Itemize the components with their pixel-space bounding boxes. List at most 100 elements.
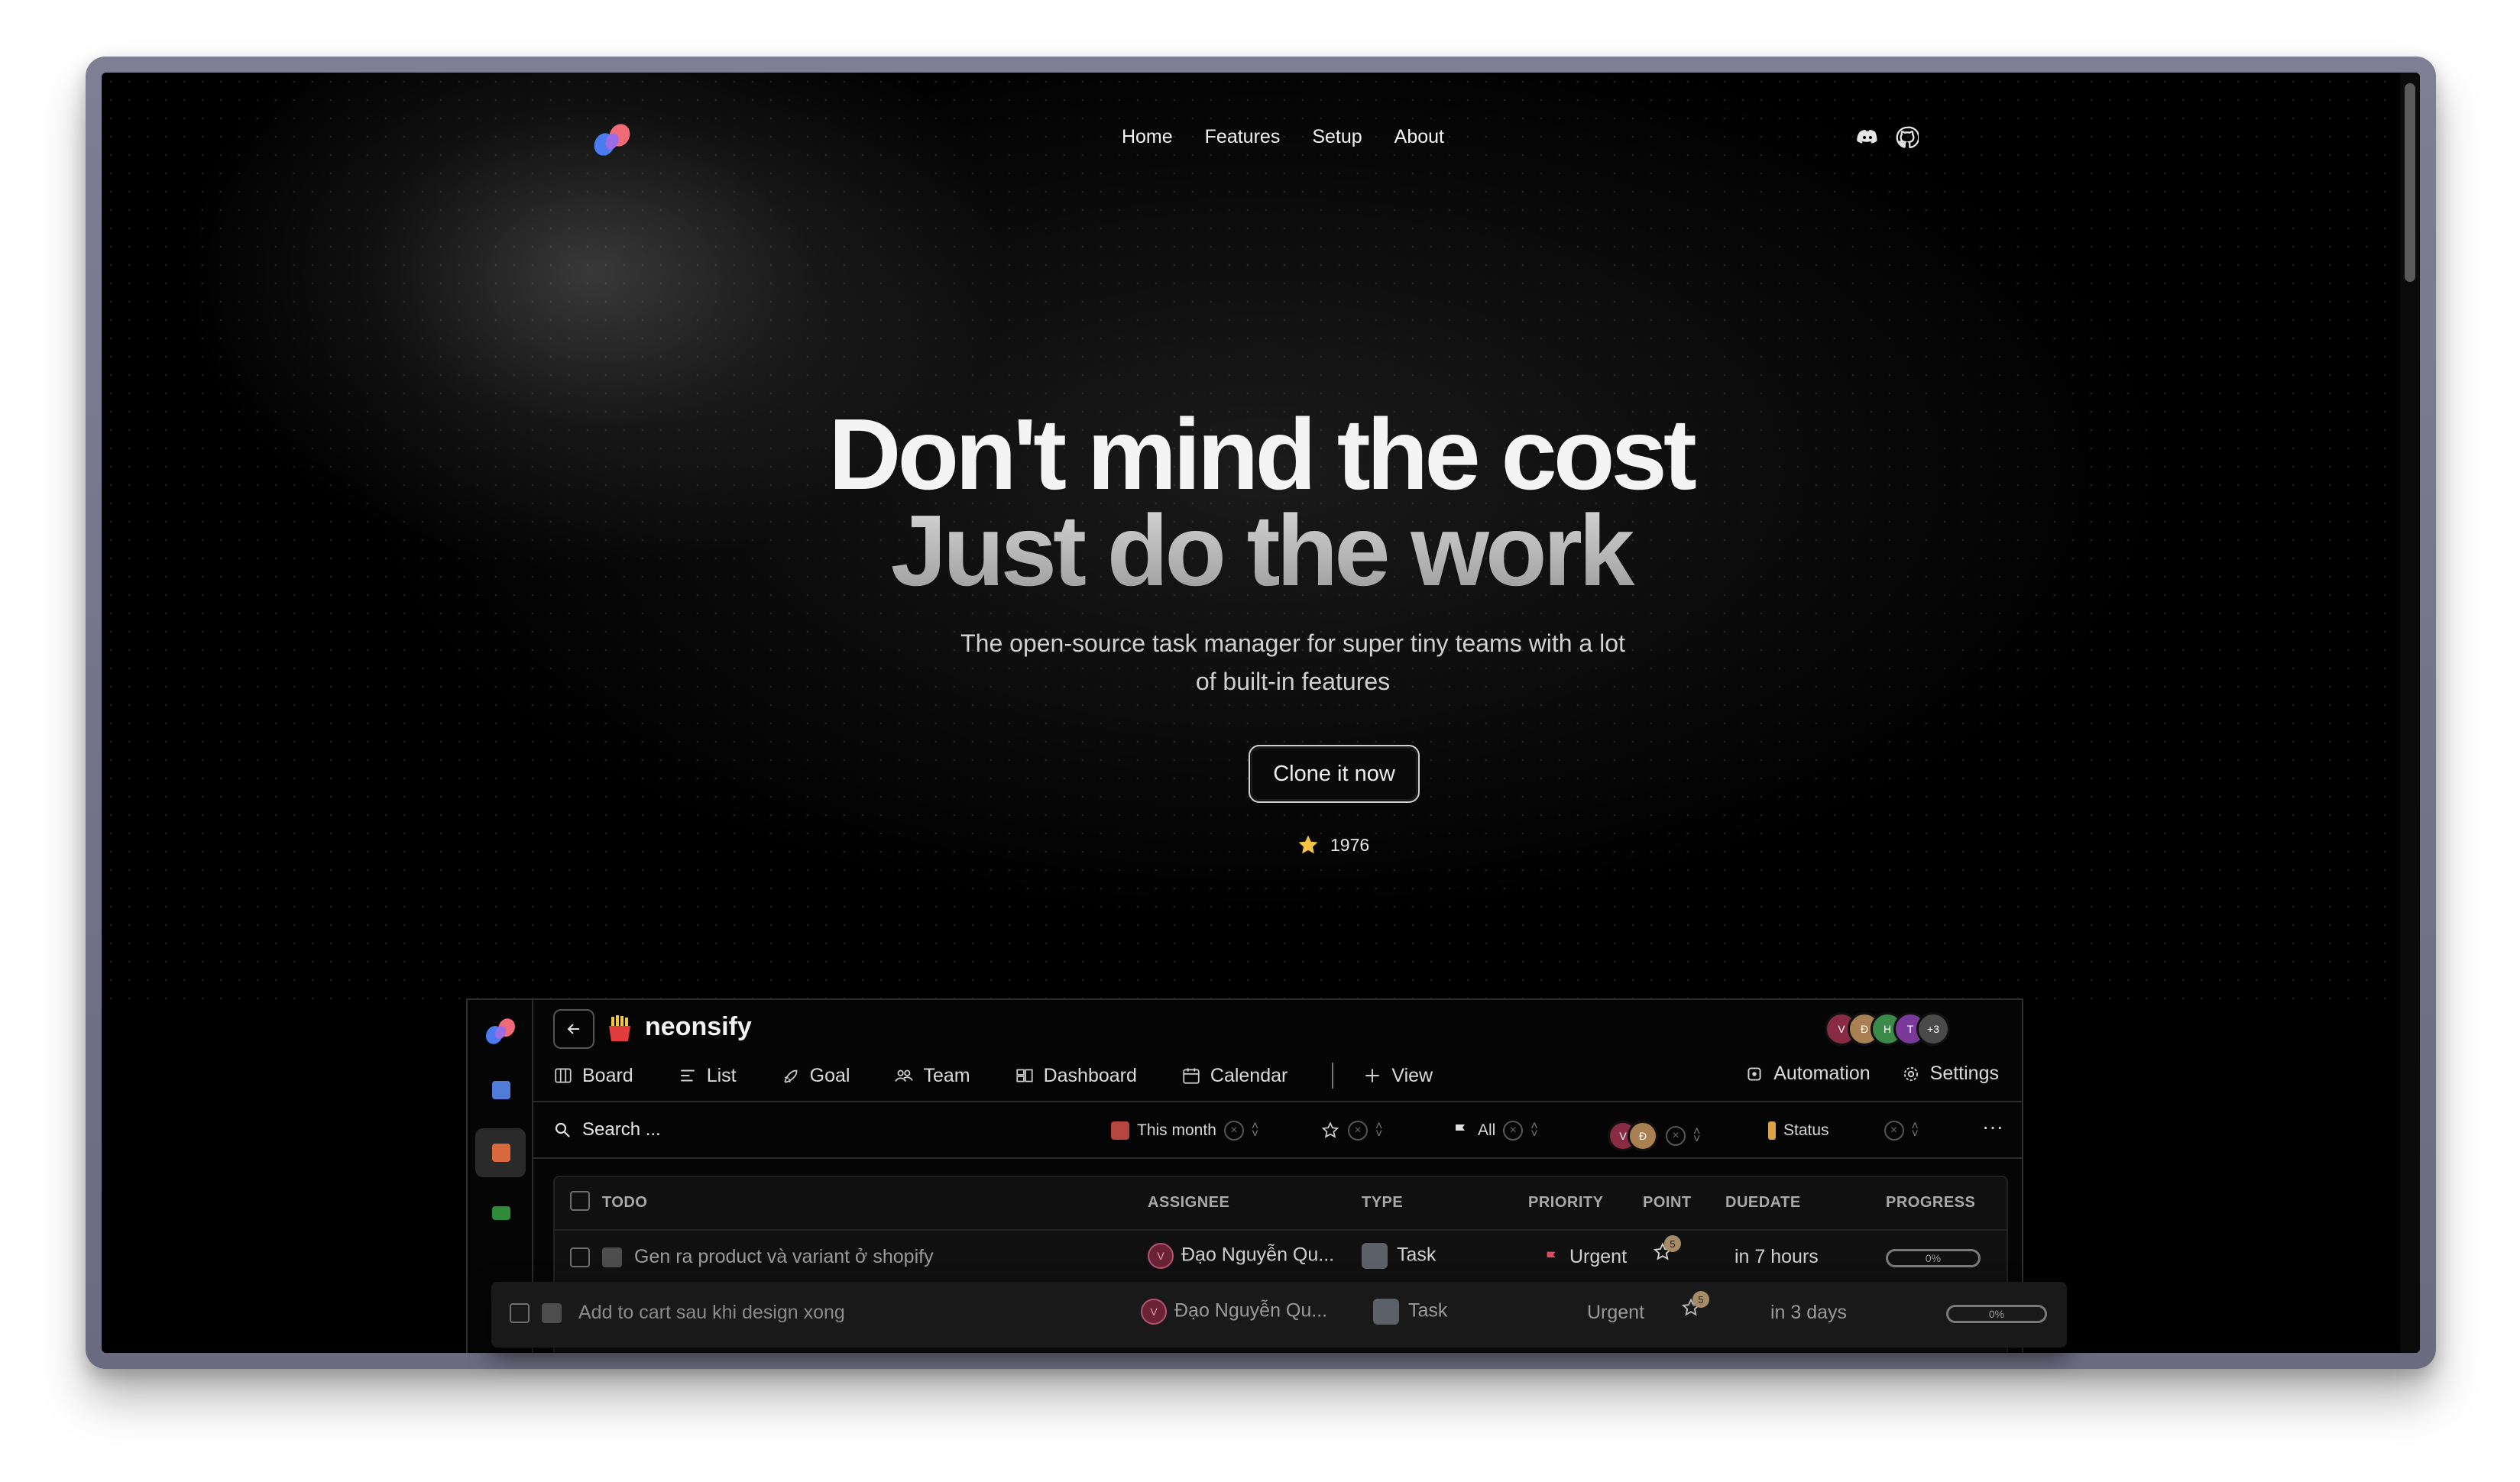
column-header-todo[interactable]: TODO — [602, 1194, 647, 1212]
task-type-label: Task — [1408, 1299, 1448, 1322]
column-header-priority[interactable]: PRIORITY — [1528, 1194, 1603, 1212]
clear-icon[interactable]: × — [1348, 1121, 1368, 1141]
task-title[interactable]: Gen ra product và variant ở shopify — [634, 1246, 934, 1268]
row-checkbox[interactable] — [570, 1247, 590, 1267]
view-tabs: Board List Goal Team Dashboard Calendar … — [553, 1063, 1477, 1089]
table-row[interactable]: Gen ra product và variant ở shopify V Đạo… — [555, 1229, 2007, 1283]
clear-icon[interactable]: × — [1666, 1126, 1686, 1146]
more-icon[interactable]: ··· — [1982, 1115, 2003, 1139]
back-button[interactable] — [553, 1009, 594, 1049]
search-input[interactable]: Search ... — [553, 1119, 661, 1141]
tab-team[interactable]: Team — [894, 1063, 970, 1089]
search-icon — [555, 1122, 570, 1137]
nav-home[interactable]: Home — [1122, 126, 1173, 148]
avatar: V — [1148, 1243, 1174, 1269]
avatar: V — [1141, 1299, 1167, 1325]
app-logo-icon[interactable] — [481, 1015, 520, 1047]
scrollbar-thumb[interactable] — [2405, 83, 2415, 282]
status-filter-value: Status — [1783, 1121, 1829, 1139]
avatar: Đ — [1628, 1121, 1658, 1151]
column-header-duedate[interactable]: DUEDATE — [1725, 1194, 1801, 1212]
status-filter[interactable]: Status × ˄ ˅ — [1768, 1121, 1919, 1141]
chevron-updown-icon[interactable]: ˄ ˅ — [1693, 1126, 1700, 1146]
star-icon — [1298, 835, 1318, 854]
assignee-name: Đạo Nguyễn Qu... — [1174, 1299, 1328, 1322]
select-all-checkbox[interactable] — [570, 1191, 590, 1211]
task-assignee[interactable]: V Đạo Nguyễn Qu... — [1148, 1243, 1334, 1269]
project-actions: Automation Settings — [1744, 1063, 1999, 1085]
divider — [533, 1101, 2022, 1102]
avatar-overflow: +3 — [1916, 1012, 1950, 1046]
clear-icon[interactable]: × — [1223, 1121, 1244, 1141]
column-header-point[interactable]: POINT — [1643, 1194, 1692, 1212]
discord-icon[interactable] — [1856, 126, 1879, 149]
project-emoji-icon[interactable] — [492, 1144, 510, 1162]
list-icon — [681, 1069, 695, 1082]
date-filter[interactable]: This month × ˄ ˅ — [1111, 1121, 1258, 1141]
tab-list[interactable]: List — [678, 1063, 737, 1089]
member-avatars[interactable]: V Đ H T +3 — [1825, 1012, 1950, 1046]
tab-goal[interactable]: Goal — [781, 1063, 850, 1089]
column-header-type[interactable]: TYPE — [1362, 1194, 1403, 1212]
hero-title-line-2: Just do the work — [102, 500, 2420, 601]
nav-features[interactable]: Features — [1205, 126, 1281, 148]
nav-setup[interactable]: Setup — [1312, 126, 1362, 148]
hero-subtitle: The open-source task manager for super t… — [960, 629, 1625, 695]
building-icon[interactable] — [492, 1081, 510, 1099]
add-view-button[interactable]: View — [1362, 1063, 1433, 1089]
task-title[interactable]: Add to cart sau khi design xong — [578, 1302, 845, 1324]
task-point[interactable]: 5 — [1652, 1235, 1681, 1268]
settings-label: Settings — [1929, 1063, 1999, 1084]
task-type-label: Task — [1397, 1244, 1437, 1266]
task-duedate[interactable]: in 7 hours — [1735, 1246, 1819, 1268]
priority-filter[interactable]: All × ˄ ˅ — [1452, 1121, 1538, 1141]
calendar-icon — [1183, 1068, 1200, 1084]
automation-icon — [1747, 1066, 1761, 1081]
chevron-updown-icon[interactable]: ˄ ˅ — [1530, 1121, 1537, 1141]
automation-label: Automation — [1773, 1063, 1871, 1084]
scrollbar-track[interactable] — [2400, 73, 2420, 1353]
filter-bar: Search ... This month × ˄˅ × ˄˅ All × — [553, 1113, 2005, 1151]
point-filter[interactable]: × ˄ ˅ — [1320, 1121, 1382, 1141]
task-status-icon[interactable] — [542, 1303, 562, 1323]
assignee-filter[interactable]: V Đ × ˄ ˅ — [1608, 1121, 1700, 1151]
task-type[interactable]: Task — [1373, 1299, 1447, 1325]
progress-bar: 0% — [1886, 1249, 1981, 1267]
chevron-updown-icon[interactable]: ˄ ˅ — [1375, 1121, 1382, 1141]
project-title: neonsify — [645, 1012, 752, 1041]
tab-calendar[interactable]: Calendar — [1181, 1063, 1288, 1089]
dragged-table-row[interactable]: Add to cart sau khi design xong V Đạo Ngu… — [491, 1282, 2067, 1348]
chevron-updown-icon[interactable]: ˄ ˅ — [1912, 1121, 1919, 1141]
nav-about[interactable]: About — [1394, 126, 1444, 148]
tab-dashboard[interactable]: Dashboard — [1015, 1063, 1137, 1089]
task-status-icon[interactable] — [602, 1247, 622, 1267]
github-stars[interactable]: 1976 — [1297, 833, 1369, 856]
task-priority[interactable]: Urgent — [1587, 1302, 1644, 1324]
task-priority[interactable]: Urgent — [1543, 1246, 1627, 1268]
settings-button[interactable]: Settings — [1901, 1063, 1999, 1085]
social-links — [1856, 126, 1919, 149]
column-header-assignee[interactable]: ASSIGNEE — [1148, 1194, 1229, 1212]
tab-board[interactable]: Board — [553, 1063, 633, 1089]
priority-label: Urgent — [1569, 1246, 1628, 1267]
rocket-icon — [784, 1069, 798, 1083]
flag-icon — [1547, 1251, 1556, 1264]
task-point[interactable]: 5 — [1680, 1291, 1709, 1324]
column-header-progress[interactable]: PROGRESS — [1886, 1194, 1975, 1212]
search-placeholder: Search ... — [582, 1119, 661, 1140]
clear-icon[interactable]: × — [1884, 1121, 1904, 1141]
chevron-updown-icon[interactable]: ˄ ˅ — [1252, 1121, 1258, 1141]
tab-label: List — [706, 1064, 737, 1086]
clear-icon[interactable]: × — [1503, 1121, 1524, 1141]
tab-divider — [1332, 1063, 1334, 1089]
task-assignee[interactable]: V Đạo Nguyễn Qu... — [1141, 1299, 1327, 1325]
automation-button[interactable]: Automation — [1744, 1063, 1871, 1085]
task-type[interactable]: Task — [1362, 1243, 1436, 1269]
github-icon[interactable] — [1896, 126, 1919, 149]
task-type-icon — [1362, 1243, 1388, 1269]
calendar-emoji-icon — [1111, 1121, 1129, 1140]
video-icon[interactable] — [492, 1206, 510, 1220]
clone-button[interactable]: Clone it now — [1249, 745, 1420, 803]
row-checkbox[interactable] — [510, 1303, 530, 1323]
task-duedate[interactable]: in 3 days — [1770, 1302, 1847, 1324]
